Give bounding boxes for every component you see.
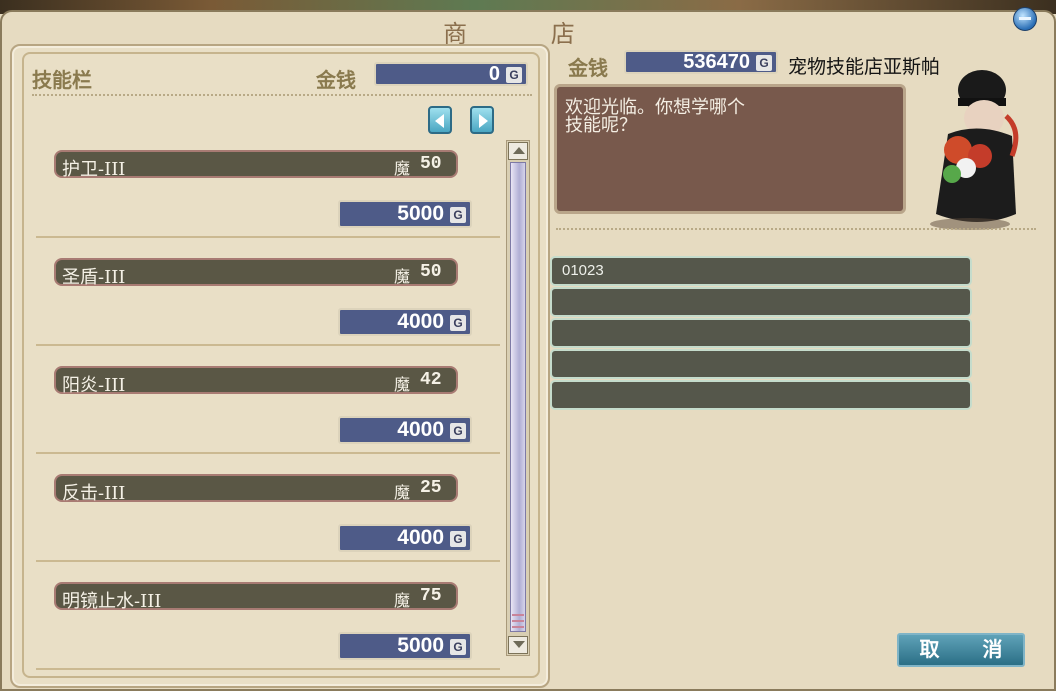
skill-price: 4000 G xyxy=(338,416,472,444)
separator xyxy=(36,344,500,346)
gold-icon: G xyxy=(450,531,466,547)
price-value: 4000 xyxy=(397,310,444,333)
price-value: 5000 xyxy=(397,202,444,225)
mp-cost: 75 xyxy=(420,586,442,606)
pet-slot[interactable] xyxy=(550,318,972,348)
price-value: 5000 xyxy=(397,634,444,657)
dialog-line: 技能呢？ xyxy=(565,115,637,136)
mp-label: 魔 xyxy=(394,375,411,394)
skill-item[interactable]: 阳炎-III 魔 42 xyxy=(54,366,458,396)
separator xyxy=(36,668,500,670)
pet-slot[interactable] xyxy=(550,287,972,317)
pet-slot[interactable] xyxy=(550,380,972,410)
divider xyxy=(556,228,1036,230)
gold-icon: G xyxy=(450,423,466,439)
scroll-up-button[interactable] xyxy=(508,142,528,160)
prev-page-button[interactable] xyxy=(428,106,452,134)
mp-cost: 50 xyxy=(420,154,442,174)
skill-name: 反击-III xyxy=(62,483,126,504)
gold-icon: G xyxy=(756,55,772,71)
mp-cost: 42 xyxy=(420,370,442,390)
skill-price: 4000 G xyxy=(338,524,472,552)
skill-price: 4000 G xyxy=(338,308,472,336)
skill-bar-label: 技能栏 xyxy=(32,68,92,92)
pet-slot[interactable]: 01023 xyxy=(550,256,972,286)
scroll-down-button[interactable] xyxy=(508,636,528,654)
mp-cost: 50 xyxy=(420,262,442,282)
skill-name: 圣盾-III xyxy=(62,267,126,288)
skill-price: 5000 G xyxy=(338,200,472,228)
scroll-grip xyxy=(512,614,524,616)
next-page-button[interactable] xyxy=(470,106,494,134)
pet-slot[interactable] xyxy=(550,349,972,379)
scrollbar-thumb[interactable] xyxy=(510,162,526,632)
separator xyxy=(36,236,500,238)
right-money-label: 金钱 xyxy=(568,56,608,80)
skill-price: 5000 G xyxy=(338,632,472,660)
skill-item[interactable]: 明镜止水-III 魔 75 xyxy=(54,582,458,612)
divider xyxy=(32,94,532,96)
minimize-icon[interactable] xyxy=(1013,7,1037,31)
separator xyxy=(36,560,500,562)
gold-icon: G xyxy=(450,207,466,223)
mp-label: 魔 xyxy=(394,591,411,610)
dialog-box: 欢迎光临。你想学哪个 技能呢？ xyxy=(554,84,906,214)
scroll-grip xyxy=(512,620,524,622)
skill-name: 阳炎-III xyxy=(62,375,126,396)
left-money-label: 金钱 xyxy=(316,68,356,92)
skill-item[interactable]: 圣盾-III 魔 50 xyxy=(54,258,458,288)
skill-name: 护卫-III xyxy=(62,159,126,180)
mp-label: 魔 xyxy=(394,267,411,286)
right-money-value: 536470 xyxy=(683,51,750,73)
mp-label: 魔 xyxy=(394,483,411,502)
skill-item[interactable]: 护卫-III 魔 50 xyxy=(54,150,458,180)
left-money-value: 0 xyxy=(488,63,500,85)
left-money-box: 0G xyxy=(374,62,528,86)
mp-cost: 25 xyxy=(420,478,442,498)
cancel-button[interactable]: 取 消 xyxy=(897,633,1025,667)
right-money-box: 536470 G xyxy=(624,50,778,74)
skill-item[interactable]: 反击-III 魔 25 xyxy=(54,474,458,504)
gold-icon: G xyxy=(450,639,466,655)
skill-name: 明镜止水-III xyxy=(62,591,162,612)
separator xyxy=(36,452,500,454)
shopkeeper-portrait xyxy=(930,70,1019,230)
scroll-grip xyxy=(512,626,524,628)
gold-icon: G xyxy=(506,67,522,83)
price-value: 4000 xyxy=(397,418,444,441)
mp-label: 魔 xyxy=(394,159,411,178)
price-value: 4000 xyxy=(397,526,444,549)
gold-icon: G xyxy=(450,315,466,331)
